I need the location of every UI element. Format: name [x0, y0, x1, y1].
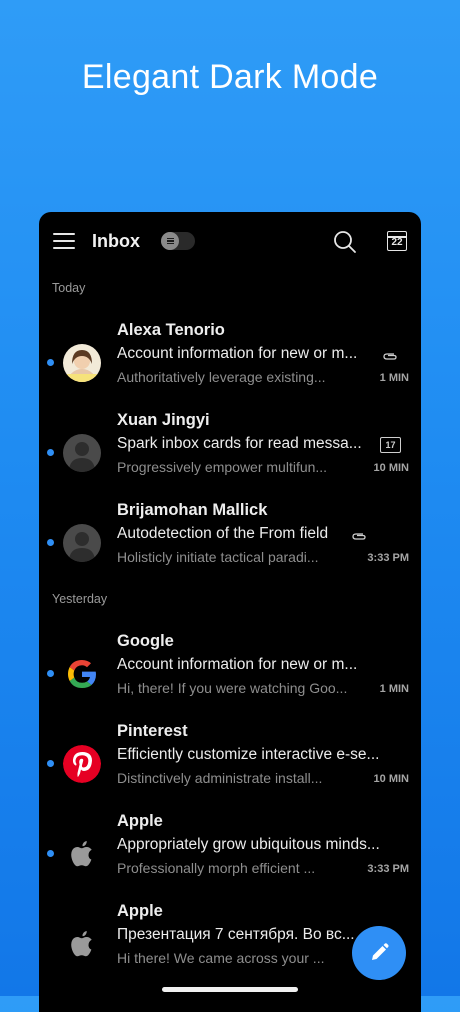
sender-name: Apple	[117, 902, 163, 920]
email-row[interactable]: Xuan Jingyi Spark inbox cards for read m…	[39, 411, 421, 499]
top-bar: Inbox 22	[39, 212, 421, 272]
email-preview: Hi, there! If you were watching Goo...	[117, 680, 348, 696]
menu-icon[interactable]	[53, 233, 75, 249]
sender-name: Xuan Jingyi	[117, 411, 210, 429]
email-subject: Appropriately grow ubiquitous minds...	[117, 836, 380, 853]
sender-name: Brijamohan Mallick	[117, 501, 268, 519]
email-time: 3:33 PM	[367, 552, 409, 564]
email-preview: Distinctively administrate install...	[117, 770, 323, 786]
calendar-day: 22	[387, 231, 407, 251]
email-time: 3:33 PM	[367, 863, 409, 875]
search-icon[interactable]	[333, 230, 357, 254]
section-yesterday: Yesterday	[52, 592, 108, 606]
unread-dot	[47, 670, 54, 677]
email-row[interactable]: Pinterest Efficiently customize interact…	[39, 722, 421, 810]
email-preview: Professionally morph efficient ...	[117, 860, 316, 876]
email-subject: Account information for new or m...	[117, 656, 358, 673]
email-subject: Account information for new or m...	[117, 345, 358, 362]
google-logo-icon	[63, 655, 101, 693]
email-subject: Spark inbox cards for read messa...	[117, 435, 362, 452]
email-time: 10 MIN	[373, 462, 409, 474]
paperclip-icon	[352, 533, 366, 540]
toggle-knob-icon	[161, 232, 179, 250]
paperclip-icon	[383, 353, 397, 360]
email-row[interactable]: Google Account information for new or m.…	[39, 632, 421, 720]
smart-inbox-toggle[interactable]	[161, 232, 195, 250]
apple-logo-icon	[63, 925, 101, 963]
apple-logo-icon	[63, 835, 101, 873]
avatar	[63, 524, 101, 562]
sender-name: Apple	[117, 812, 163, 830]
email-preview: Holisticly initiate tactical paradi...	[117, 549, 319, 565]
sender-name: Google	[117, 632, 174, 650]
email-row[interactable]: Apple Appropriately grow ubiquitous mind…	[39, 812, 421, 900]
promo-title: Elegant Dark Mode	[81, 58, 379, 96]
unread-dot	[47, 359, 54, 366]
email-row[interactable]: Brijamohan Mallick Autodetection of the …	[39, 501, 421, 589]
sender-name: Pinterest	[117, 722, 188, 740]
compose-button[interactable]	[352, 926, 406, 980]
page-title: Inbox	[92, 231, 140, 251]
sender-name: Alexa Tenorio	[117, 321, 225, 339]
calendar-badge-icon: 17	[380, 437, 401, 453]
email-preview: Progressively empower multifun...	[117, 459, 328, 475]
unread-dot	[47, 449, 54, 456]
section-today: Today	[52, 281, 86, 295]
email-time: 10 MIN	[373, 773, 409, 785]
email-time: 1 MIN	[379, 372, 409, 384]
home-indicator	[162, 987, 298, 992]
email-subject: Efficiently customize interactive e-se..…	[117, 746, 380, 763]
email-time: 1 MIN	[379, 683, 409, 695]
inbox-screen: Inbox 22 Today Alexa Tenorio Account inf…	[39, 212, 421, 1012]
email-preview: Hi there! We came across your ...	[117, 950, 325, 966]
pinterest-logo-icon	[63, 745, 101, 783]
calendar-icon[interactable]: 22	[387, 231, 407, 251]
email-preview: Authoritatively leverage existing...	[117, 369, 326, 385]
avatar	[63, 434, 101, 472]
unread-dot	[47, 850, 54, 857]
email-subject: Презентация 7 сентября. Во вс...	[117, 926, 355, 943]
email-subject: Autodetection of the From field	[117, 525, 329, 542]
unread-dot	[47, 539, 54, 546]
pencil-icon	[372, 943, 389, 960]
avatar	[63, 344, 101, 382]
unread-dot	[47, 760, 54, 767]
email-row[interactable]: Alexa Tenorio Account information for ne…	[39, 321, 421, 409]
